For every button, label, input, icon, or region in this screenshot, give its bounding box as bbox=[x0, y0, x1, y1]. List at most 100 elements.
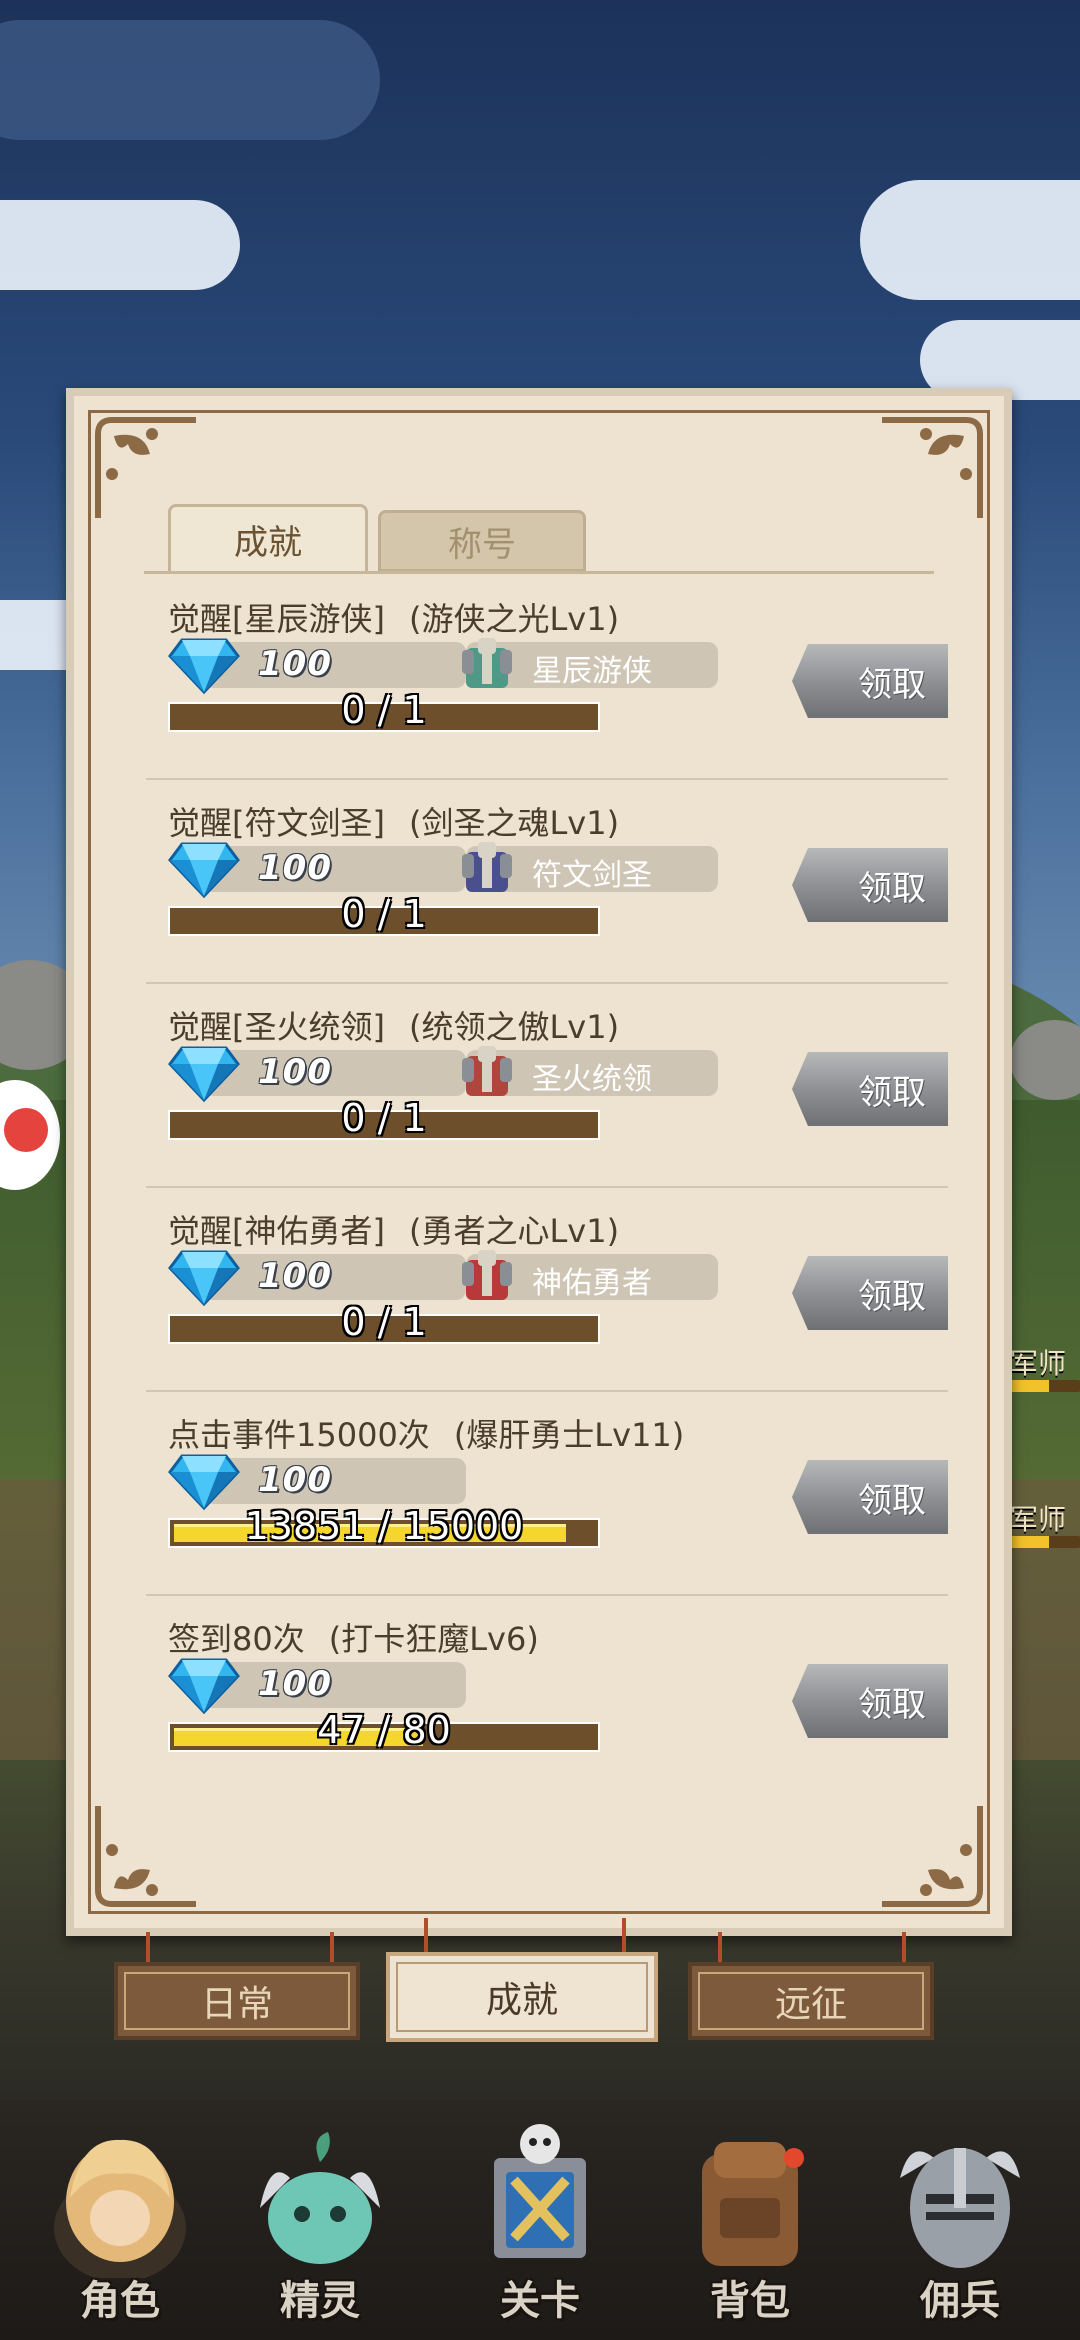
achievement-row: 点击事件15000次 (爆肝勇士Lv11) 100 13851 / 15000 领取 bbox=[146, 1392, 948, 1596]
gem-amount: 100 bbox=[258, 1256, 332, 1296]
progress-text: 0 / 1 bbox=[341, 688, 427, 732]
achievement-name: 觉醒[符文剑圣] bbox=[168, 804, 385, 842]
progress-text: 0 / 1 bbox=[341, 1300, 427, 1344]
nav-spirit-label: 精灵 bbox=[280, 2278, 360, 2324]
nav-mercenary[interactable]: 佣兵 bbox=[870, 2118, 1050, 2328]
skin-name: 符文剑圣 bbox=[532, 858, 652, 893]
skin-name: 星辰游侠 bbox=[532, 654, 652, 689]
backpack-icon bbox=[702, 2142, 804, 2266]
achievement-reward-title: (勇者之心Lv1) bbox=[408, 1212, 620, 1250]
claim-button[interactable]: 领取 bbox=[792, 644, 948, 718]
achievement-title: 觉醒[神佑勇者] (勇者之心Lv1) bbox=[168, 1206, 619, 1252]
achievement-row: 签到80次 (打卡狂魔Lv6) 100 47 / 80 领取 bbox=[146, 1596, 948, 1761]
nav-spirit[interactable]: 精灵 bbox=[230, 2118, 410, 2328]
nav-mercenary-label: 佣兵 bbox=[920, 2278, 1000, 2324]
bottom-nav: 角色 精灵 关卡 背包 佣兵 bbox=[0, 2100, 1080, 2340]
achievement-row: 觉醒[符文剑圣] (剑圣之魂Lv1) 100 符文剑圣 0 / 1 领取 bbox=[146, 780, 948, 984]
gem-reward-pill bbox=[204, 1458, 466, 1504]
skin-name: 神佑勇者 bbox=[532, 1266, 652, 1301]
tab-achievements-label: 成就 bbox=[485, 1980, 558, 2021]
achievement-title: 点击事件15000次 (爆肝勇士Lv11) bbox=[168, 1410, 684, 1456]
achievement-name: 觉醒[圣火统领] bbox=[168, 1008, 385, 1046]
progress-text: 0 / 1 bbox=[341, 1096, 427, 1140]
nav-backpack[interactable]: 背包 bbox=[660, 2118, 840, 2328]
gem-amount: 100 bbox=[258, 1052, 332, 1092]
panel-tabs: 成就 称号 bbox=[168, 504, 596, 572]
unit-hp-bar bbox=[1010, 1380, 1080, 1392]
claim-button[interactable]: 领取 bbox=[792, 1460, 948, 1534]
cloud bbox=[0, 200, 240, 290]
reward-list: 100 bbox=[168, 1454, 728, 1511]
diamond-icon bbox=[168, 636, 240, 695]
armor-icon bbox=[462, 1046, 512, 1096]
stage-icon bbox=[494, 2124, 586, 2258]
tab-daily[interactable]: 日常 bbox=[114, 1962, 360, 2040]
armor-icon bbox=[462, 638, 512, 688]
tab-titles[interactable]: 称号 bbox=[378, 510, 586, 572]
gem-amount: 100 bbox=[258, 1664, 332, 1704]
tab-divider bbox=[144, 571, 934, 574]
gem-reward-pill bbox=[204, 1662, 466, 1708]
reward-list: 100 符文剑圣 bbox=[168, 842, 728, 899]
achievement-reward-title: (剑圣之魂Lv1) bbox=[408, 804, 620, 842]
cloud bbox=[860, 180, 1080, 300]
achievement-name: 觉醒[神佑勇者] bbox=[168, 1212, 385, 1250]
achievement-name: 觉醒[星辰游侠] bbox=[168, 600, 385, 638]
nav-hero[interactable]: 角色 bbox=[30, 2118, 210, 2328]
nav-stage[interactable]: 关卡 bbox=[450, 2118, 630, 2328]
reward-list: 100 神佑勇者 bbox=[168, 1250, 728, 1307]
gem-reward-pill bbox=[204, 642, 466, 688]
reward-list: 100 星辰游侠 bbox=[168, 638, 728, 695]
achievement-list[interactable]: 觉醒[星辰游侠] (游侠之光Lv1) 100 星辰游侠 0 / 1 领取 觉醒[符文剑圣](… bbox=[146, 576, 948, 1761]
skin-name: 圣火统领 bbox=[532, 1062, 652, 1097]
tab-expedition[interactable]: 远征 bbox=[688, 1962, 934, 2040]
gem-amount: 100 bbox=[258, 1460, 332, 1500]
achievement-title: 签到80次 (打卡狂魔Lv6) bbox=[168, 1614, 539, 1660]
gem-amount: 100 bbox=[258, 848, 332, 888]
gem-amount: 100 bbox=[258, 644, 332, 684]
nav-hero-label: 角色 bbox=[80, 2278, 160, 2324]
progress-text: 47 / 80 bbox=[317, 1708, 451, 1752]
claim-button[interactable]: 领取 bbox=[792, 1256, 948, 1330]
tab-achievements[interactable]: 成就 bbox=[168, 504, 368, 572]
claim-button[interactable]: 领取 bbox=[792, 1664, 948, 1738]
progress-text: 13851 / 15000 bbox=[244, 1504, 524, 1548]
unit-hp-bar bbox=[1010, 1536, 1080, 1548]
hero-icon bbox=[54, 2139, 186, 2278]
progress-text: 0 / 1 bbox=[341, 892, 427, 936]
nav-stage-label: 关卡 bbox=[500, 2278, 580, 2324]
diamond-icon bbox=[168, 1656, 240, 1715]
claim-button[interactable]: 领取 bbox=[792, 848, 948, 922]
achievement-title: 觉醒[圣火统领] (统领之傲Lv1) bbox=[168, 1002, 619, 1048]
achievement-reward-title: (爆肝勇士Lv11) bbox=[453, 1416, 685, 1454]
gem-reward-pill bbox=[204, 846, 466, 892]
cloud bbox=[0, 20, 380, 140]
gem-reward-pill bbox=[204, 1254, 466, 1300]
spirit-icon bbox=[260, 2132, 380, 2264]
diamond-icon bbox=[168, 1044, 240, 1103]
nav-backpack-label: 背包 bbox=[710, 2278, 790, 2324]
corner-ornament-icon bbox=[876, 1800, 986, 1910]
achievement-reward-title: (打卡狂魔Lv6) bbox=[328, 1620, 539, 1658]
unit-label: 军师 bbox=[1009, 1503, 1066, 1536]
unit-label: 军师 bbox=[1009, 1347, 1066, 1380]
achievement-reward-title: (游侠之光Lv1) bbox=[408, 600, 620, 638]
armor-icon bbox=[462, 1250, 512, 1300]
corner-ornament-icon bbox=[92, 1800, 202, 1910]
reward-list: 100 圣火统领 bbox=[168, 1046, 728, 1103]
gem-reward-pill bbox=[204, 1050, 466, 1096]
achievement-panel: 成就 称号 觉醒[星辰游侠] (游侠之光Lv1) 100 星辰游侠 0 / 1 领取 觉醒[… bbox=[66, 388, 1012, 1936]
tab-achievements-bottom[interactable]: 成就 bbox=[386, 1952, 658, 2042]
diamond-icon bbox=[168, 1248, 240, 1307]
achievement-name: 点击事件15000次 bbox=[168, 1416, 430, 1454]
corner-ornament-icon bbox=[876, 414, 986, 524]
achievement-row: 觉醒[圣火统领] (统领之傲Lv1) 100 圣火统领 0 / 1 领取 bbox=[146, 984, 948, 1188]
achievement-name: 签到80次 bbox=[168, 1620, 305, 1658]
armor-icon bbox=[462, 842, 512, 892]
claim-button[interactable]: 领取 bbox=[792, 1052, 948, 1126]
reward-list: 100 bbox=[168, 1658, 728, 1715]
diamond-icon bbox=[168, 840, 240, 899]
tab-expedition-label: 远征 bbox=[774, 1984, 847, 2025]
achievement-row: 觉醒[星辰游侠] (游侠之光Lv1) 100 星辰游侠 0 / 1 领取 bbox=[146, 576, 948, 780]
mercenary-icon bbox=[900, 2148, 1020, 2268]
